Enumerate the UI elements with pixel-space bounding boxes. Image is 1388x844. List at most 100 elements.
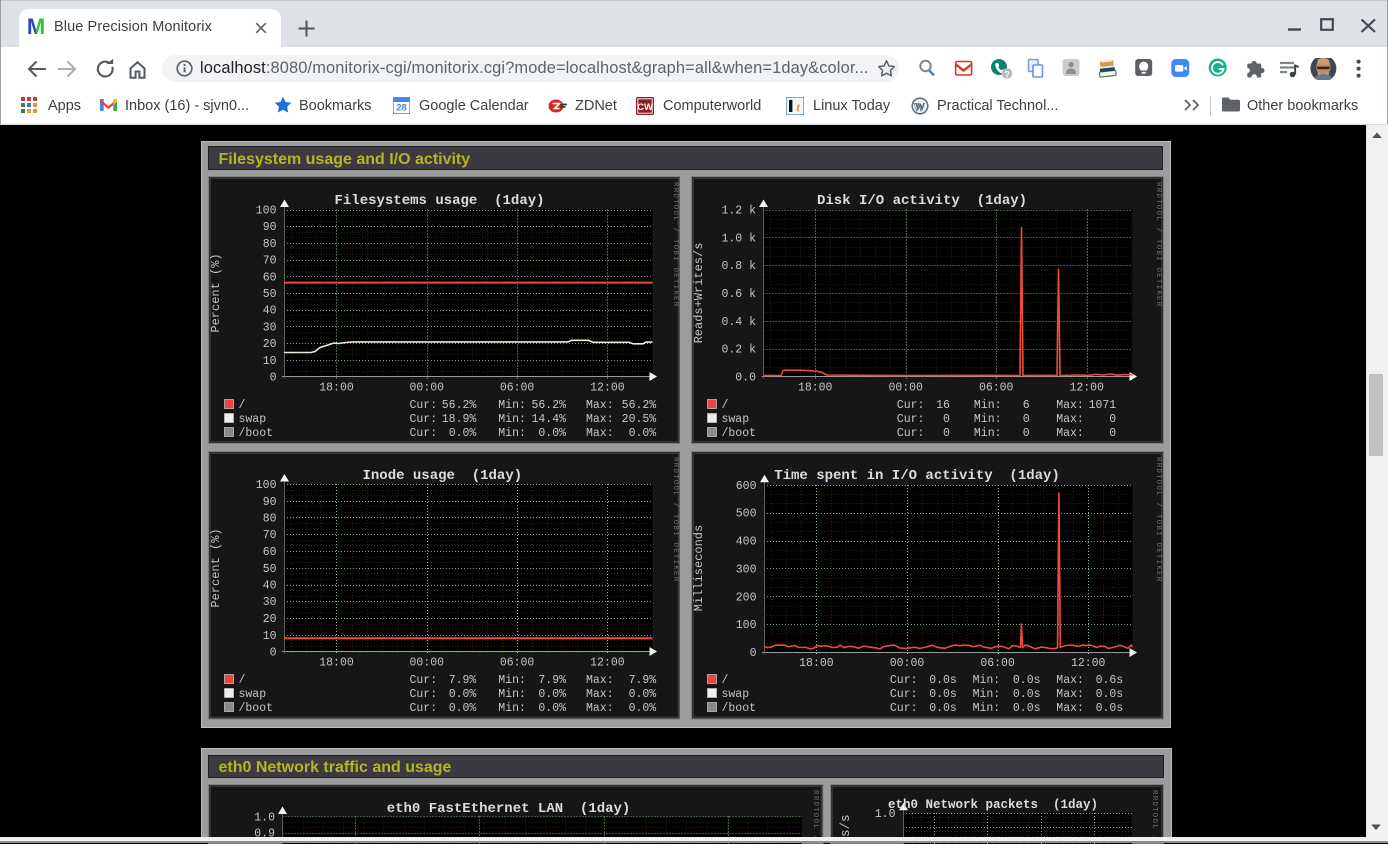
svg-text:0.0%: 0.0% (448, 427, 476, 440)
svg-text:100: 100 (255, 204, 276, 217)
svg-text:0: 0 (942, 427, 949, 440)
svg-text:/: / (238, 399, 245, 412)
svg-text:0.0%: 0.0% (448, 688, 476, 701)
svg-text:eth0 FastEthernet LAN (1day): eth0 FastEthernet LAN (1day) (387, 801, 631, 817)
svg-text:Max:: Max: (586, 413, 614, 426)
svg-text:12:00: 12:00 (590, 657, 625, 670)
svg-text:00:00: 00:00 (888, 381, 923, 394)
svg-text:80: 80 (262, 513, 276, 526)
svg-text:/boot: /boot (721, 702, 756, 715)
svg-text:Cur:: Cur: (889, 688, 917, 701)
svg-text:Min:: Min: (973, 399, 1001, 412)
svg-text:0.0%: 0.0% (538, 427, 566, 440)
svg-text:18:00: 18:00 (319, 657, 354, 670)
svg-text:Percent (%): Percent (%) (209, 528, 223, 607)
svg-text:00:00: 00:00 (409, 381, 444, 394)
svg-text:7.9%: 7.9% (628, 674, 656, 687)
svg-text:12:00: 12:00 (1070, 657, 1105, 670)
svg-text:Cur:: Cur: (409, 399, 437, 412)
svg-text:06:00: 06:00 (980, 657, 1015, 670)
svg-text:Max:: Max: (586, 688, 614, 701)
svg-text:0: 0 (1109, 427, 1116, 440)
svg-text:eth0 Network packets (1day): eth0 Network packets (1day) (888, 798, 1098, 812)
svg-text:0: 0 (269, 647, 276, 660)
svg-text:0.0s: 0.0s (929, 702, 957, 715)
svg-text:0: 0 (1022, 413, 1029, 426)
svg-text:1.0: 1.0 (254, 811, 275, 824)
svg-text:Min:: Min: (973, 413, 1001, 426)
svg-text:12:00: 12:00 (590, 381, 625, 394)
svg-text:Min:: Min: (498, 399, 526, 412)
svg-text:30: 30 (262, 596, 276, 609)
svg-text:20: 20 (262, 613, 276, 626)
svg-text:70: 70 (262, 254, 276, 267)
svg-text:1.0 k: 1.0 k (721, 232, 756, 245)
svg-text:Cur:: Cur: (889, 702, 917, 715)
svg-text:0.0%: 0.0% (628, 427, 656, 440)
svg-text:Max:: Max: (1056, 688, 1084, 701)
svg-text:0: 0 (269, 371, 276, 384)
svg-text:18:00: 18:00 (799, 657, 834, 670)
svg-text:Max:: Max: (1056, 413, 1084, 426)
svg-text:Max:: Max: (586, 399, 614, 412)
svg-text:swap: swap (721, 688, 749, 701)
svg-text:Min:: Min: (498, 688, 526, 701)
svg-text:Percent (%): Percent (%) (209, 253, 223, 332)
svg-text:Min:: Min: (973, 427, 1001, 440)
svg-text:Max:: Max: (1056, 399, 1084, 412)
svg-text:Cur:: Cur: (409, 427, 437, 440)
svg-text:0.2 k: 0.2 k (721, 343, 756, 356)
svg-text:18:00: 18:00 (797, 381, 832, 394)
svg-text:Cur:: Cur: (409, 688, 437, 701)
svg-text:Max:: Max: (1056, 427, 1084, 440)
svg-text:500: 500 (735, 508, 756, 521)
svg-text:Min:: Min: (498, 702, 526, 715)
svg-text:0.0%: 0.0% (538, 702, 566, 715)
svg-text:60: 60 (262, 271, 276, 284)
svg-text:80: 80 (262, 237, 276, 250)
svg-text:600: 600 (735, 480, 756, 493)
svg-text:Cur:: Cur: (896, 427, 924, 440)
svg-text:swap: swap (238, 413, 266, 426)
svg-text:7.9%: 7.9% (448, 674, 476, 687)
svg-text:1.0: 1.0 (874, 807, 895, 820)
svg-text:56.2%: 56.2% (531, 399, 566, 412)
svg-text:swap: swap (721, 413, 749, 426)
svg-text:0.0s: 0.0s (1095, 688, 1123, 701)
svg-text:56.2%: 56.2% (621, 399, 656, 412)
svg-text:40: 40 (262, 304, 276, 317)
svg-text:Max:: Max: (586, 702, 614, 715)
svg-text:7.9%: 7.9% (538, 674, 566, 687)
svg-text:RRDTOOL / TOBI OETIKER: RRDTOOL / TOBI OETIKER (1154, 457, 1162, 582)
svg-text:Cur:: Cur: (896, 413, 924, 426)
svg-text:W: W (915, 100, 926, 112)
svg-text:swap: swap (238, 688, 266, 701)
svg-text:0.8 k: 0.8 k (721, 260, 756, 273)
svg-text:Cur:: Cur: (889, 674, 917, 687)
svg-text:Min:: Min: (972, 702, 1000, 715)
svg-text:Max:: Max: (1056, 674, 1084, 687)
svg-text:10: 10 (262, 630, 276, 643)
svg-text:0.0%: 0.0% (448, 702, 476, 715)
svg-text:CW: CW (637, 102, 653, 113)
svg-text:1.2 k: 1.2 k (721, 204, 756, 217)
svg-text:0: 0 (749, 647, 756, 660)
svg-text:Filesystems usage (1day): Filesystems usage (1day) (334, 193, 544, 209)
svg-text:0.0s: 0.0s (929, 674, 957, 687)
svg-text:Time spent in I/O activity (1: Time spent in I/O activity (1day) (774, 468, 1060, 484)
svg-text:0.0s: 0.0s (1095, 702, 1123, 715)
svg-text:12:00: 12:00 (1069, 381, 1104, 394)
svg-text:06:00: 06:00 (499, 381, 534, 394)
svg-text:90: 90 (262, 221, 276, 234)
svg-text:RRDTOOL / TOBI OETIKER: RRDTOOL / TOBI OETIKER (811, 790, 819, 844)
svg-text:/boot: /boot (238, 427, 273, 440)
svg-text:50: 50 (262, 563, 276, 576)
svg-text:Cur:: Cur: (409, 702, 437, 715)
svg-text:0.0: 0.0 (735, 371, 756, 384)
svg-text:60: 60 (262, 546, 276, 559)
svg-text:1071: 1071 (1088, 399, 1116, 412)
svg-text:0.0%: 0.0% (628, 702, 656, 715)
svg-text:0.4 k: 0.4 k (721, 315, 756, 328)
svg-text:Max:: Max: (586, 674, 614, 687)
svg-text:0.0s: 0.0s (929, 688, 957, 701)
